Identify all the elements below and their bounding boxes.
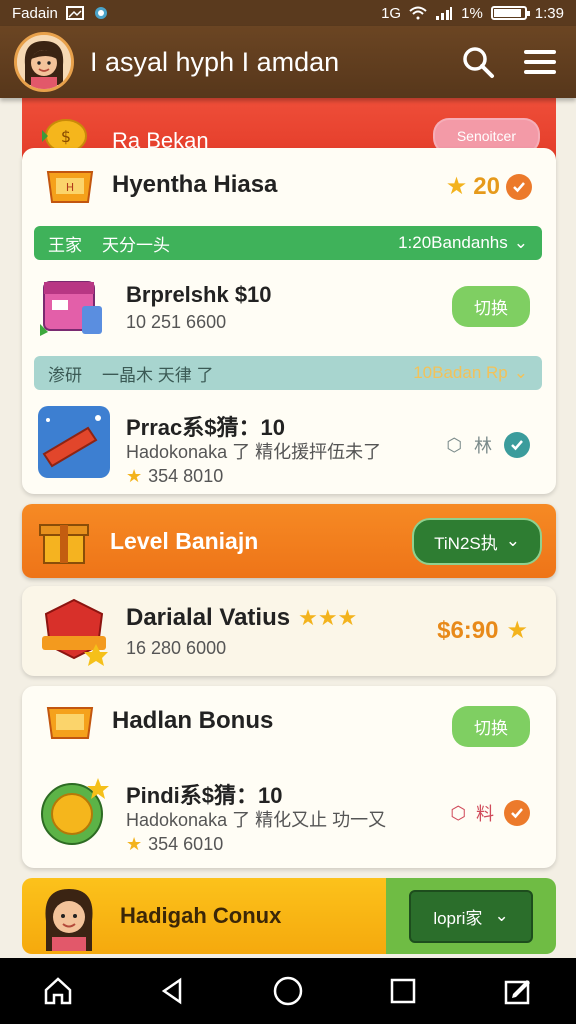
app-title: I asyal hyph I amdan [90, 46, 340, 77]
star-icon: ★ [506, 617, 528, 644]
recents-icon [390, 978, 416, 1004]
battery-icon [490, 6, 530, 20]
level-banner-button[interactable]: TiN2S执 ⌄ [412, 517, 542, 565]
value-card-price: $6:90 [437, 616, 499, 644]
hexagon-icon: ⬡ [450, 802, 466, 823]
signal-icon [436, 7, 453, 20]
star-icon: ★ [126, 466, 143, 486]
menu-button[interactable] [518, 40, 562, 84]
strip-tag: 王家 [48, 235, 82, 255]
home-icon [44, 977, 71, 1005]
bonus-card-title: Hadlan Bonus [112, 707, 274, 734]
item-2-rating-value: 354 8010 [148, 466, 224, 486]
coin-medal-icon [41, 778, 109, 845]
hexagon-icon: ⬡ [446, 434, 462, 455]
search-button[interactable] [456, 40, 500, 84]
bonus-card: Hadlan Bonus 切换 Pindi系$猜：10 Hadokonaka 了… [22, 686, 556, 868]
avatar-girl-icon [17, 35, 71, 89]
search-icon [463, 47, 494, 78]
ribbon-ticket-icon [38, 406, 110, 478]
quest-card-title: Hyentha Hiasa [112, 171, 278, 198]
star-icon: ★ [445, 173, 468, 200]
hamburger-menu-icon [524, 50, 556, 74]
nav-edit-button[interactable] [494, 967, 542, 1015]
circle-home-icon [273, 976, 303, 1006]
chevron-down-icon: ⌄ [513, 363, 528, 382]
reward-strip-1[interactable]: 王家 天分一头 1:20Bandanhs ⌄ [34, 226, 542, 260]
level-banner[interactable]: Level Baniajn TiN2S执 ⌄ [22, 504, 556, 578]
bonus-badge-icon [46, 707, 94, 739]
network-label: 1G [381, 4, 402, 22]
bottom-banner-button-label: lopri家 [433, 908, 483, 928]
carrier-label: Fadain [12, 4, 58, 22]
trophy-badge-icon: H [46, 171, 94, 203]
content-scroll[interactable]: $ Ra Bekan Senoitcer H Hyentha Hiasa ★ 2… [0, 26, 576, 958]
gift-box-icon [39, 524, 89, 564]
level-banner-label: Level Baniajn [110, 527, 259, 554]
item-2-actions[interactable]: ⬡ 林 [446, 432, 530, 458]
back-icon [161, 977, 182, 1005]
chevron-down-icon: ⌄ [494, 906, 509, 925]
quest-card: H Hyentha Hiasa ★ 20 王家 天分一头 1:20Bandanh… [22, 148, 556, 494]
nav-back-button[interactable] [149, 967, 197, 1015]
bonus-item-rating-value: 354 6010 [148, 834, 224, 854]
nav-circle-button[interactable] [264, 967, 312, 1015]
strip-desc: 天分一头 [102, 235, 170, 255]
item-2-sub: Hadokonaka 了 精化援抨伍未了 [126, 442, 382, 462]
item-2-action-label: 林 [474, 436, 492, 456]
strip-meta: 10Badan Rp [413, 363, 508, 382]
avatar[interactable] [14, 32, 74, 92]
reward-strip-2[interactable]: 渗研 一晶木 天律 了 10Badan Rp ⌄ [34, 356, 542, 390]
clock: 1:39 [534, 4, 564, 22]
nav-recents-button[interactable] [379, 967, 427, 1015]
bonus-item-action-label: 料 [476, 804, 494, 824]
item-1-button[interactable]: 切换 [452, 286, 530, 327]
level-banner-button-label: TiN2S执 [434, 533, 498, 553]
bottom-banner-button[interactable]: lopri家 ⌄ [409, 889, 533, 943]
svg-text:$: $ [61, 127, 71, 146]
svg-text:H: H [66, 181, 74, 194]
calendar-gift-icon [40, 281, 102, 336]
check-icon[interactable] [504, 432, 530, 458]
battery-percent: 1% [461, 4, 483, 22]
quest-rating-value: 20 [473, 172, 500, 200]
character-avatar-icon [45, 889, 93, 951]
edit-icon [505, 980, 531, 1005]
strip-tag: 渗研 [48, 365, 82, 385]
item-1-sub: 10 251 6600 [126, 312, 227, 332]
status-bar: Fadain 1G 1% 1:39 [0, 0, 576, 26]
wifi-icon [409, 6, 427, 20]
item-1-title: Brprelshk $10 [126, 282, 272, 307]
item-2-rating: ★ 354 8010 [126, 466, 223, 487]
photo-icon [65, 6, 84, 20]
bonus-item-actions[interactable]: ⬡ 料 [450, 800, 530, 826]
nav-home-button[interactable] [34, 967, 82, 1015]
check-icon[interactable] [504, 800, 530, 826]
bottom-banner-label: Hadigah Conux [120, 903, 282, 928]
app-bar: I asyal hyph I amdan [0, 26, 576, 98]
app-notification-icon [94, 7, 107, 19]
bonus-item-sub: Hadokonaka 了 精化又止 功一又 [126, 810, 387, 830]
quest-rating: ★ 20 [446, 172, 532, 201]
bonus-item-rating: ★ 354 6010 [126, 834, 223, 855]
system-nav-bar [0, 958, 576, 1024]
red-badge-icon [42, 598, 108, 666]
strip-meta: 1:20Bandanhs [398, 233, 508, 252]
check-icon[interactable] [506, 173, 532, 200]
stars-icon: ★★★ [298, 605, 358, 630]
bottom-banner[interactable]: Hadigah Conux lopri家 ⌄ [22, 878, 556, 954]
value-card-sub: 16 280 6000 [126, 638, 227, 658]
value-card[interactable]: Darialal Vatius ★★★ 16 280 6000 $6:90 ★ [22, 586, 556, 676]
bonus-card-button[interactable]: 切换 [452, 706, 530, 747]
value-card-title: Darialal Vatius [126, 604, 291, 631]
star-icon: ★ [126, 834, 143, 854]
chevron-down-icon: ⌄ [513, 233, 528, 252]
strip-desc: 一晶木 天律 了 [102, 365, 214, 385]
chevron-down-icon: ⌄ [505, 531, 520, 550]
